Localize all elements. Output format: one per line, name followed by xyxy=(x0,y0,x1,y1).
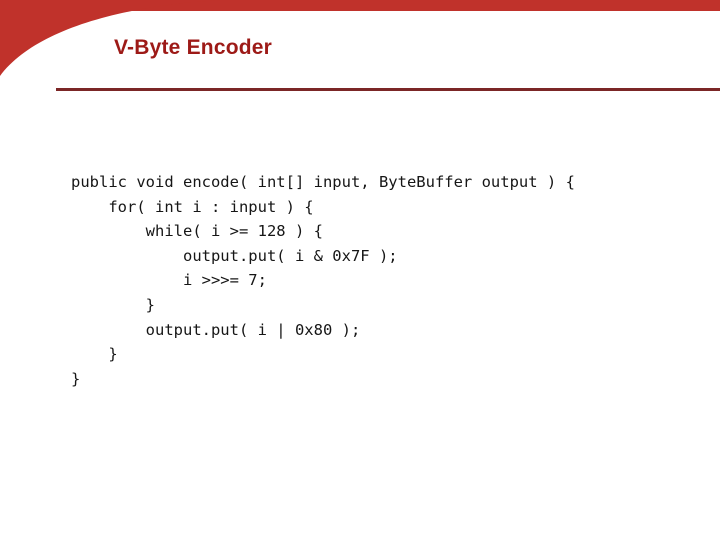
code-line: public void encode( int[] input, ByteBuf… xyxy=(71,173,575,191)
code-line: } xyxy=(71,295,155,314)
page-title: V-Byte Encoder xyxy=(114,36,273,59)
code-line: output.put( i & 0x7F ); xyxy=(71,246,398,265)
code-line: for( int i : input ) { xyxy=(71,197,314,216)
code-line: while( i >= 128 ) { xyxy=(71,222,323,241)
code-line: } xyxy=(71,345,118,364)
code-line: } xyxy=(71,369,81,388)
code-line: output.put( i | 0x80 ); xyxy=(71,320,361,339)
title-divider xyxy=(56,88,720,91)
code-block: public void encode( int[] input, ByteBuf… xyxy=(71,170,575,391)
code-line: i >>>= 7; xyxy=(71,271,267,290)
slide: V-Byte Encoder public void encode( int[]… xyxy=(0,0,720,540)
